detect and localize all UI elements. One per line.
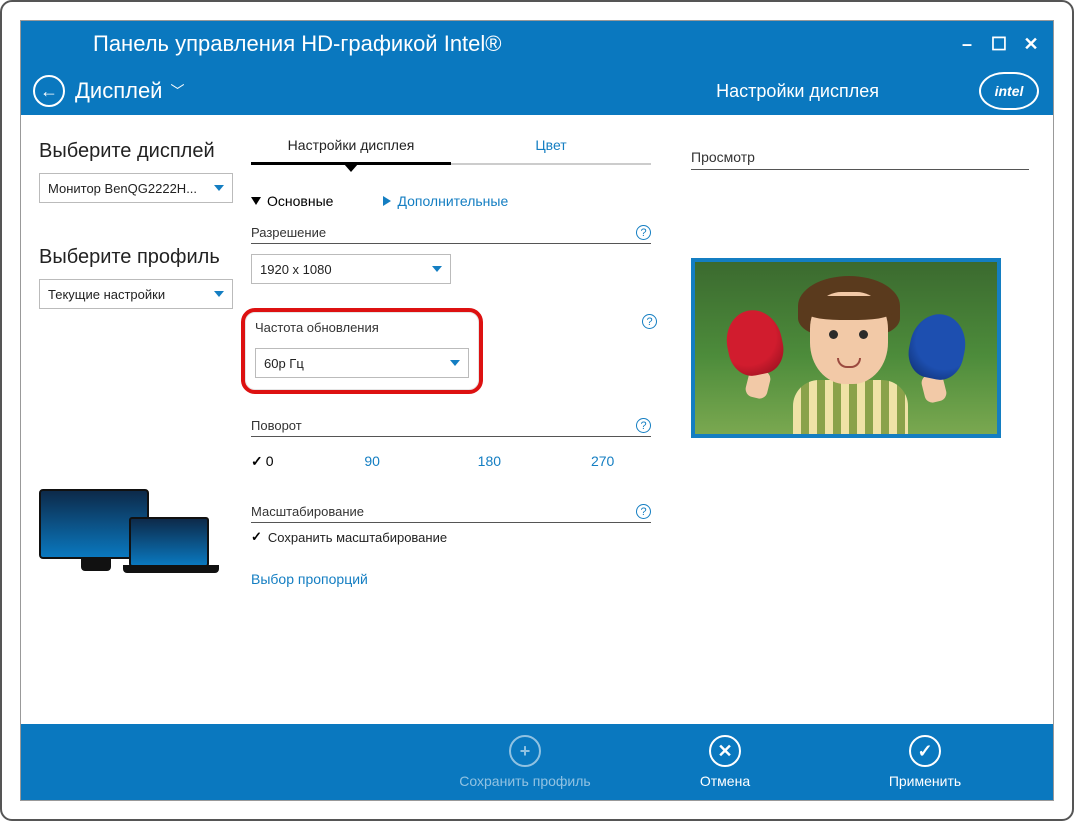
rotation-option-90[interactable]: 90: [364, 453, 424, 470]
close-button[interactable]: ✕: [1021, 34, 1041, 55]
laptop-icon: [129, 517, 209, 567]
triangle-down-icon: [251, 197, 261, 205]
chevron-down-icon: [214, 291, 224, 297]
rotation-label: Поворот: [251, 418, 628, 433]
select-profile-heading: Выберите профиль: [39, 245, 233, 269]
chevron-down-icon: [432, 266, 442, 272]
chevron-down-icon: [214, 185, 224, 191]
window-controls: – ☐ ✕: [957, 34, 1041, 55]
help-icon[interactable]: ?: [636, 225, 651, 240]
display-dropdown[interactable]: Монитор BenQG2222H...: [39, 173, 233, 203]
subtab-basic[interactable]: Основные: [251, 193, 333, 209]
apply-label: Применить: [889, 773, 961, 789]
window-title: Панель управления HD-графикой Intel®: [33, 31, 957, 57]
nav-page-title: Настройки дисплея: [716, 81, 879, 102]
subtab-advanced-label: Дополнительные: [397, 193, 508, 209]
rotation-section: Поворот ? 0 90 180 270: [251, 418, 651, 470]
subtabs: Основные Дополнительные: [251, 193, 651, 209]
sidebar: Выберите дисплей Монитор BenQG2222H... В…: [21, 115, 251, 724]
rotation-option-270[interactable]: 270: [591, 453, 651, 470]
nav-section-dropdown[interactable]: Дисплей ﹀: [75, 78, 184, 104]
scaling-label: Масштабирование: [251, 504, 628, 519]
apply-button[interactable]: ✓ Применить: [825, 735, 1025, 789]
maximize-button[interactable]: ☐: [989, 34, 1009, 55]
cancel-label: Отмена: [700, 773, 750, 789]
profile-dropdown[interactable]: Текущие настройки: [39, 279, 233, 309]
subtab-advanced[interactable]: Дополнительные: [383, 193, 508, 209]
nav-section-label: Дисплей: [75, 78, 162, 104]
footer: + Сохранить профиль ✕ Отмена ✓ Применить: [21, 724, 1053, 800]
save-profile-label: Сохранить профиль: [459, 773, 590, 789]
check-icon: ✓: [909, 735, 941, 767]
triangle-right-icon: [383, 196, 391, 206]
help-icon[interactable]: ?: [642, 314, 657, 329]
tab-display-settings[interactable]: Настройки дисплея: [251, 129, 451, 165]
select-display-block: Выберите дисплей Монитор BenQG2222H...: [39, 139, 233, 203]
preview-pane: Просмотр: [691, 129, 1029, 724]
preview-label: Просмотр: [691, 129, 1029, 170]
subtab-basic-label: Основные: [267, 193, 333, 209]
settings-column: Настройки дисплея Цвет Основные Дополнит…: [251, 129, 651, 724]
refresh-rate-section: Частота обновления ? 60p Гц: [241, 308, 483, 394]
refresh-rate-value: 60p Гц: [264, 356, 304, 371]
titlebar: Панель управления HD-графикой Intel® – ☐…: [21, 21, 1053, 67]
resolution-dropdown[interactable]: 1920 x 1080: [251, 254, 451, 284]
refresh-rate-label: Частота обновления: [255, 320, 469, 335]
profile-dropdown-value: Текущие настройки: [48, 287, 214, 302]
help-icon[interactable]: ?: [636, 418, 651, 433]
aspect-ratio-link[interactable]: Выбор пропорций: [251, 571, 651, 587]
cancel-icon: ✕: [709, 735, 741, 767]
scaling-section: Масштабирование ? Сохранить масштабирова…: [251, 504, 651, 587]
resolution-value: 1920 x 1080: [260, 262, 332, 277]
back-button[interactable]: ←: [33, 75, 65, 107]
chevron-down-icon: ﹀: [170, 81, 184, 101]
window: Панель управления HD-графикой Intel® – ☐…: [20, 20, 1054, 801]
content: Выберите дисплей Монитор BenQG2222H... В…: [21, 115, 1053, 724]
tab-color[interactable]: Цвет: [451, 129, 651, 165]
refresh-rate-dropdown[interactable]: 60p Гц: [255, 348, 469, 378]
select-profile-block: Выберите профиль Текущие настройки: [39, 245, 233, 309]
rotation-option-180[interactable]: 180: [478, 453, 538, 470]
scaling-option-label: Сохранить масштабирование: [268, 530, 447, 545]
hardware-illustration: [39, 489, 233, 579]
help-icon[interactable]: ?: [636, 504, 651, 519]
navbar: ← Дисплей ﹀ Настройки дисплея intel: [21, 67, 1053, 115]
select-display-heading: Выберите дисплей: [39, 139, 233, 163]
scaling-option-keep[interactable]: Сохранить масштабирование: [251, 529, 651, 545]
main-panel: Настройки дисплея Цвет Основные Дополнит…: [251, 115, 1053, 724]
app-frame: Панель управления HD-графикой Intel® – ☐…: [0, 0, 1074, 821]
display-dropdown-value: Монитор BenQG2222H...: [48, 181, 214, 196]
plus-icon: +: [509, 735, 541, 767]
cancel-button[interactable]: ✕ Отмена: [625, 735, 825, 789]
chevron-down-icon: [450, 360, 460, 366]
intel-logo: intel: [979, 72, 1039, 110]
minimize-button[interactable]: –: [957, 34, 977, 55]
preview-image: [691, 258, 1001, 438]
resolution-label: Разрешение: [251, 225, 628, 240]
rotation-option-0[interactable]: 0: [251, 453, 311, 470]
save-profile-button[interactable]: + Сохранить профиль: [425, 735, 625, 789]
tabs: Настройки дисплея Цвет: [251, 129, 651, 165]
preview-scene: [695, 262, 997, 434]
rotation-options: 0 90 180 270: [251, 447, 651, 470]
resolution-section: Разрешение ? 1920 x 1080: [251, 225, 651, 284]
